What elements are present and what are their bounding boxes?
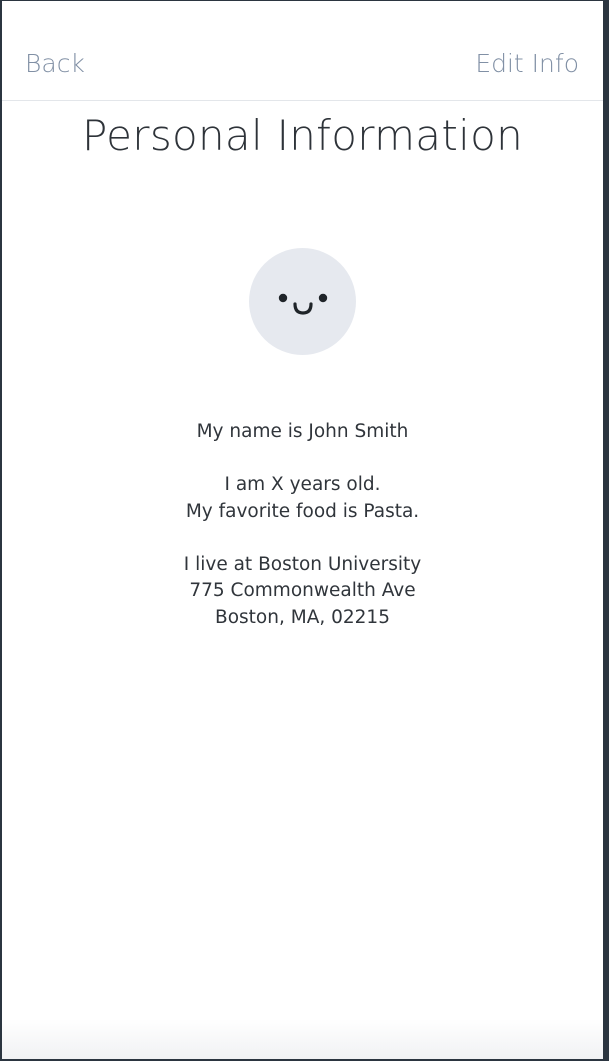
address-line-1: I live at Boston University bbox=[183, 553, 422, 575]
profile-info: My name is John Smith I am X years old. … bbox=[2, 419, 603, 631]
smiley-face-icon bbox=[278, 293, 328, 315]
name-text: My name is John Smith bbox=[196, 421, 409, 442]
navigation-bar: Back Edit Info bbox=[2, 1, 603, 101]
age-text: I am X years old. bbox=[224, 474, 381, 495]
page-title: Personal Information bbox=[81, 111, 523, 160]
avatar bbox=[249, 248, 356, 355]
back-button[interactable]: Back bbox=[25, 47, 85, 81]
edit-info-button[interactable]: Edit Info bbox=[475, 47, 579, 81]
favorite-food-text: My favorite food is Pasta. bbox=[185, 500, 420, 522]
address-line-2: 775 Commonwealth Ave bbox=[189, 580, 416, 601]
phone-screen: Back Edit Info Personal Information My n… bbox=[2, 1, 603, 1059]
address-line-3: Boston, MA, 02215 bbox=[215, 606, 390, 628]
